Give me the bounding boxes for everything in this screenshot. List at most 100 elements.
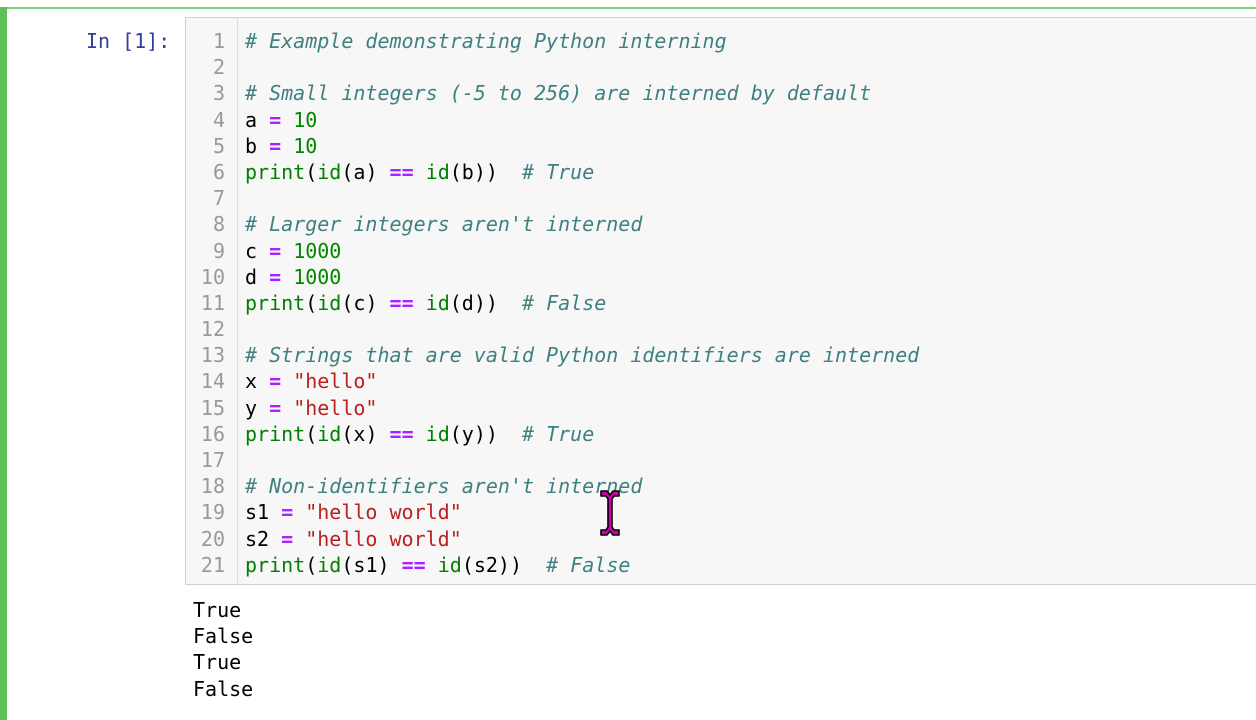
code-token-comment: # Small integers (-5 to 256) are interne…	[245, 81, 872, 106]
line-number: 4	[212, 107, 225, 132]
code-token-str: "hello"	[293, 369, 378, 394]
code-line[interactable]: 16 print(id(x) == id(y)) # True	[186, 421, 1256, 447]
cell-top-border	[0, 7, 1256, 9]
line-number: 5	[212, 133, 225, 158]
line-number: 17	[200, 448, 225, 472]
line-number: 13	[200, 343, 225, 368]
code-token-builtin: id	[425, 421, 450, 446]
code-line[interactable]: 4a = 10	[186, 107, 1256, 133]
active-cell-indicator	[0, 7, 7, 720]
code-line[interactable]: 7	[186, 185, 1256, 211]
code-token-plain: (y))	[449, 421, 523, 446]
code-token-num: 10	[293, 107, 318, 132]
line-number: 21	[200, 552, 225, 577]
code-text: d = 1000	[245, 264, 341, 290]
code-token-plain: (d))	[449, 290, 523, 315]
code-token-comment: # True	[522, 421, 595, 446]
code-text: print(id(x) == id(y)) # True	[245, 421, 594, 447]
code-line[interactable]: 8 # Larger integers aren't interned	[186, 211, 1256, 237]
code-line[interactable]: 2	[186, 54, 1256, 80]
code-token-str: "hello"	[293, 395, 378, 420]
code-text: c = 1000	[245, 238, 341, 264]
line-number: 3	[212, 81, 225, 106]
code-token-plain: (	[305, 552, 318, 577]
line-number: 15	[200, 395, 225, 420]
code-line[interactable]: 13 # Strings that are valid Python identi…	[186, 342, 1256, 368]
code-text: b = 10	[245, 133, 317, 159]
output-line: True	[193, 598, 242, 622]
code-token-builtin: print	[245, 290, 306, 315]
code-token-plain: (	[305, 290, 318, 315]
code-token-plain: s1	[245, 500, 282, 525]
code-text: s1 = "hello world"	[245, 499, 462, 525]
code-token-comment: # False	[522, 290, 607, 315]
code-token-builtin: id	[425, 159, 450, 184]
code-lines[interactable]: 1 # Example demonstrating Python internin…	[186, 28, 1256, 578]
cell-input-prompt: In [1]:	[86, 29, 171, 53]
code-token-comment: # Example demonstrating Python interning	[245, 29, 727, 53]
code-line[interactable]: 1 # Example demonstrating Python internin…	[186, 28, 1256, 54]
code-token-plain: (x)	[341, 421, 390, 446]
output-line: False	[193, 624, 254, 649]
line-number: 14	[200, 369, 225, 394]
code-token-op: =	[269, 133, 282, 158]
code-line[interactable]: 12	[186, 316, 1256, 342]
line-number: 18	[200, 474, 225, 499]
code-token-num: 1000	[293, 264, 342, 289]
code-token-plain: s2	[245, 526, 282, 551]
code-token-builtin: id	[317, 159, 342, 184]
code-text: # Non-identifiers aren't interned	[245, 473, 642, 499]
code-token-plain: (b))	[449, 159, 523, 184]
code-text: print(id(s1) == id(s2)) # False	[245, 552, 630, 578]
code-line[interactable]: 11 print(id(c) == id(d)) # False	[186, 290, 1256, 316]
code-text: y = "hello"	[245, 395, 377, 421]
line-number: 7	[212, 186, 225, 211]
code-line[interactable]: 20 s2 = "hello world"	[186, 526, 1256, 552]
code-line[interactable]: 21 print(id(s1) == id(s2)) # False	[186, 552, 1256, 578]
code-token-builtin: print	[245, 159, 306, 184]
line-number: 6	[212, 159, 225, 184]
code-line[interactable]: 15 y = "hello"	[186, 395, 1256, 421]
code-line[interactable]: 9c = 1000	[186, 238, 1256, 264]
code-line[interactable]: 6 print(id(a) == id(b)) # True	[186, 159, 1256, 185]
code-text: print(id(c) == id(d)) # False	[245, 290, 606, 316]
code-line[interactable]: 10 d = 1000	[186, 264, 1256, 290]
code-token-op: =	[269, 107, 282, 132]
code-token-plain: b	[245, 133, 270, 158]
code-token-str: "hello world"	[305, 500, 462, 525]
code-token-op: =	[269, 395, 282, 420]
code-token-comment: # True	[522, 159, 595, 184]
code-token-op: ==	[389, 421, 414, 446]
code-token-plain: (a)	[341, 159, 390, 184]
code-token-plain: d	[245, 264, 270, 289]
code-text: # Larger integers aren't interned	[245, 211, 642, 237]
code-editor[interactable]: 1 # Example demonstrating Python internin…	[185, 17, 1256, 585]
code-line[interactable]: 14 x = "hello"	[186, 368, 1256, 394]
code-token-builtin: id	[317, 290, 342, 315]
code-token-comment: # Non-identifiers aren't interned	[245, 474, 643, 499]
line-number: 11	[200, 290, 225, 315]
code-line[interactable]: 18 # Non-identifiers aren't interned	[186, 473, 1256, 499]
code-text: # Small integers (-5 to 256) are interne…	[245, 80, 871, 106]
code-token-op: =	[269, 238, 282, 263]
code-token-plain: y	[245, 395, 270, 420]
code-token-num: 1000	[293, 238, 342, 263]
code-line[interactable]: 17	[186, 447, 1256, 473]
code-text: s2 = "hello world"	[245, 526, 462, 552]
text-ibeam-cursor-icon	[600, 490, 620, 536]
code-line[interactable]: 19 s1 = "hello world"	[186, 499, 1256, 525]
code-text: x = "hello"	[245, 368, 377, 394]
code-token-comment: # Larger integers aren't interned	[245, 212, 643, 237]
code-line[interactable]: 3 # Small integers (-5 to 256) are intern…	[186, 80, 1256, 106]
code-text: # Strings that are valid Python identifi…	[245, 342, 919, 368]
code-token-plain: x	[245, 369, 270, 394]
code-line[interactable]: 5 b = 10	[186, 133, 1256, 159]
code-token-plain: c	[245, 238, 270, 263]
